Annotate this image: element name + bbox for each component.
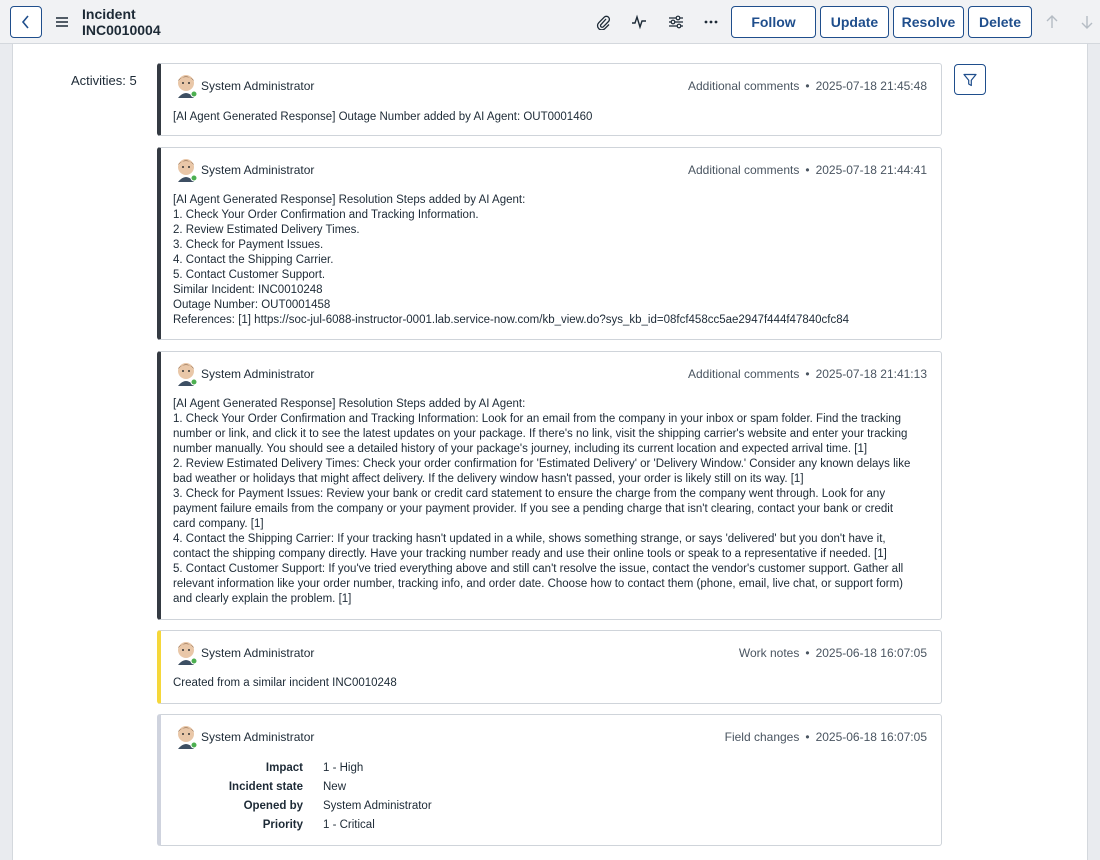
personalize-form-button[interactable] <box>666 12 686 32</box>
more-icon <box>704 20 718 24</box>
activity-text-line: 3. Check for Payment Issues: Review your… <box>173 488 886 500</box>
activity-text-line: 2. Review Estimated Delivery Times. <box>173 224 360 236</box>
context-menu-button[interactable] <box>53 12 71 32</box>
activity-text-line: number manually. You should see a detail… <box>173 443 868 455</box>
delete-button[interactable]: Delete <box>968 6 1032 38</box>
arrow-up-icon <box>1046 15 1058 28</box>
hamburger-menu-icon <box>56 17 68 27</box>
resolve-button[interactable]: Resolve <box>893 6 964 38</box>
activity-text-line: 5. Contact Customer Support: If you've t… <box>173 563 904 575</box>
activity-author: System Administrator <box>201 367 315 381</box>
filter-icon <box>963 73 977 86</box>
activity-text-line: relevant information like your order num… <box>173 578 903 590</box>
activity-timestamp: 2025-07-18 21:44:41 <box>815 163 927 177</box>
field-name: Incident state <box>228 781 303 793</box>
activity-text-line: 4. Contact the Shipping Carrier. <box>173 254 334 266</box>
form-title: Incident INC0010004 <box>82 6 161 38</box>
activity-timestamp: 2025-06-18 16:07:05 <box>815 730 927 744</box>
activity-type: Additional comments <box>687 163 800 177</box>
chevron-left-icon <box>21 15 29 29</box>
field-value: System Administrator <box>323 800 432 812</box>
activity-author: System Administrator <box>201 79 315 93</box>
record-type: Incident <box>82 6 136 22</box>
field-name: Opened by <box>243 800 303 812</box>
avatar <box>178 726 197 749</box>
next-record-button[interactable] <box>1077 12 1097 32</box>
activity-pulse-icon <box>632 14 646 30</box>
activity-text-line: card company. [1] <box>173 518 264 530</box>
record-number: INC0010004 <box>82 22 161 38</box>
avatar <box>178 363 197 386</box>
sliders-icon <box>669 15 683 29</box>
activity-type: Work notes <box>738 646 800 660</box>
activity-meta: Field changes • 2025-06-18 16:07:05 <box>724 730 927 744</box>
activity-text-line: [AI Agent Generated Response] Outage Num… <box>173 111 593 123</box>
activity-filter-button[interactable] <box>954 64 986 95</box>
activity-timestamp: 2025-07-18 21:45:48 <box>815 79 927 93</box>
activity-type: Additional comments <box>687 367 800 381</box>
field-name: Impact <box>265 762 303 774</box>
more-options-button[interactable] <box>701 12 721 32</box>
activity-text-line: bad weather or holidays that might affec… <box>173 473 804 485</box>
activity-entry: System Administrator Additional comments… <box>157 351 942 620</box>
field-name: Priority <box>262 819 303 831</box>
activity-text-line: [AI Agent Generated Response] Resolution… <box>173 398 526 410</box>
form-header: Incident INC0010004 Follow Update Resolv… <box>0 0 1100 44</box>
activity-text-line: 2. Review Estimated Delivery Times: Chec… <box>173 458 911 470</box>
field-value: 1 - Critical <box>323 819 375 831</box>
kb-reference-link[interactable]: References: [1] https://soc-jul-6088-ins… <box>173 313 933 328</box>
avatar <box>178 75 197 98</box>
activity-author: System Administrator <box>201 646 315 660</box>
previous-record-button[interactable] <box>1042 12 1062 32</box>
activity-text-line: payment failure emails from the company … <box>173 503 894 515</box>
activity-text-line: number or link, and click it to see the … <box>173 428 908 440</box>
activity-text-line: 4. Contact the Shipping Carrier: If your… <box>173 533 886 545</box>
activity-text-line: Similar Incident: INC0010248 <box>173 284 323 296</box>
activity-text-line: Outage Number: OUT0001458 <box>173 299 331 311</box>
arrow-down-icon <box>1081 16 1093 29</box>
activities-count: Activities: 5 <box>71 73 137 88</box>
activity-text-line: 1. Check Your Order Confirmation and Tra… <box>173 209 479 221</box>
activity-text-line: 5. Contact Customer Support. <box>173 269 326 281</box>
activity-text-line: 1. Check Your Order Confirmation and Tra… <box>173 413 902 425</box>
activity-author: System Administrator <box>201 163 315 177</box>
activity-text-line: [AI Agent Generated Response] Resolution… <box>173 194 526 206</box>
back-button[interactable] <box>10 6 42 38</box>
activity-timestamp: 2025-06-18 16:07:05 <box>815 646 927 660</box>
activity-meta: Work notes • 2025-06-18 16:07:05 <box>738 646 927 660</box>
activity-text-line: Created from a similar incident INC00102… <box>173 677 397 689</box>
paperclip-icon <box>596 15 611 30</box>
activity-entry: System Administrator Work notes • 2025-06-… <box>157 630 942 704</box>
activity-type: Field changes <box>724 730 800 744</box>
activity-text-line: 3. Check for Payment Issues. <box>173 239 324 251</box>
attachment-button[interactable] <box>593 12 613 32</box>
avatar <box>178 159 197 182</box>
activity-entry: System Administrator Additional comments… <box>157 63 942 136</box>
activity-author: System Administrator <box>201 730 315 744</box>
activity-timestamp: 2025-07-18 21:41:13 <box>815 367 927 381</box>
activity-text-line: and clearly explain the problem. [1] <box>173 593 352 605</box>
follow-button[interactable]: Follow <box>731 6 816 38</box>
field-value: 1 - High <box>323 762 364 774</box>
activity-meta: Additional comments • 2025-07-18 21:45:48 <box>687 79 927 93</box>
avatar <box>178 642 197 665</box>
activity-stream-button[interactable] <box>629 12 649 32</box>
activity-type: Additional comments <box>687 79 800 93</box>
activity-meta: Additional comments • 2025-07-18 21:44:41 <box>687 163 927 177</box>
activity-meta: Additional comments • 2025-07-18 21:41:13 <box>687 367 927 381</box>
update-button[interactable]: Update <box>820 6 889 38</box>
activity-text-line: contact the shipping company directly. H… <box>173 548 887 560</box>
activity-entry: System Administrator Additional comments… <box>157 147 942 340</box>
activity-entry: System Administrator Field changes • 2025-… <box>157 714 942 846</box>
field-value: New <box>323 781 347 793</box>
